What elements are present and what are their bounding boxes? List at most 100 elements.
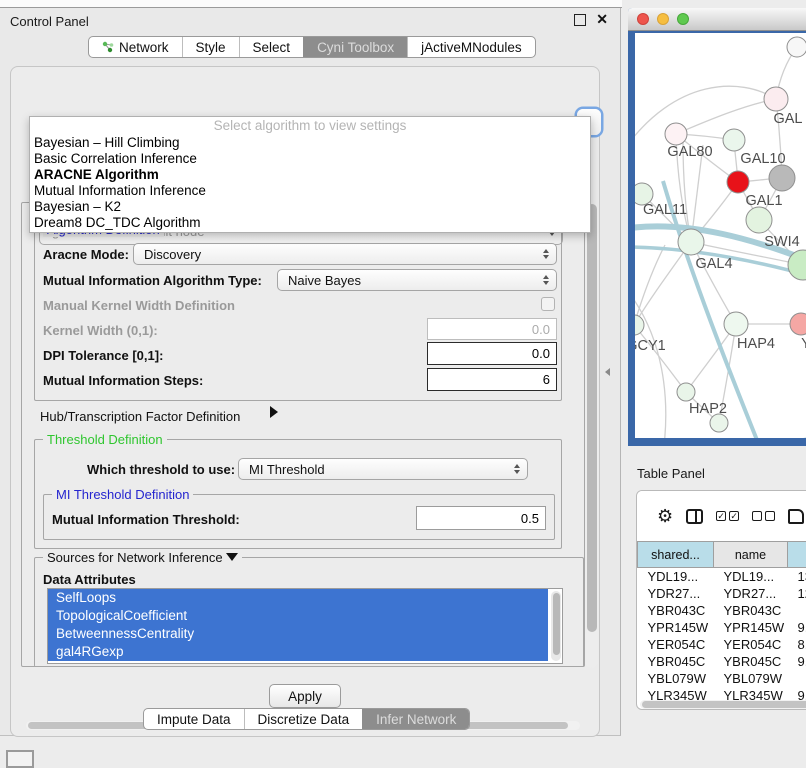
table-panel-card: ⚙ ✓✓ shared... name A YDL19...YDL19...13…: [636, 490, 806, 710]
top-strip: [0, 0, 622, 8]
node-table: shared... name A YDL19...YDL19...13YDR27…: [637, 541, 806, 710]
table-cell: 9.: [788, 653, 806, 670]
network-node[interactable]: [787, 37, 806, 57]
network-node[interactable]: [724, 312, 748, 336]
list-item[interactable]: BetweennessCentrality: [48, 625, 548, 643]
settings-vscrollbar[interactable]: [585, 202, 598, 668]
network-node[interactable]: [727, 171, 749, 193]
mi-algorithm-type-combo[interactable]: Naive Bayes: [277, 269, 557, 291]
table-cell: YBR043C: [714, 602, 788, 619]
sources-group: Sources for Network Inference Data Attri…: [34, 557, 584, 667]
tab-discretize-data[interactable]: Discretize Data: [244, 709, 363, 729]
network-node[interactable]: [723, 129, 745, 151]
aracne-mode-combo[interactable]: Discovery: [133, 243, 557, 265]
sources-title: Sources for Network Inference: [43, 550, 242, 565]
network-node[interactable]: [678, 229, 704, 255]
which-threshold-label: Which threshold to use:: [87, 462, 235, 477]
table-cell: YBL079W: [638, 670, 714, 687]
tab-cyni-toolbox[interactable]: Cyni Toolbox: [303, 37, 407, 57]
list-item[interactable]: SelfLoops: [48, 589, 548, 607]
panel-splitter-arrow[interactable]: [605, 368, 610, 376]
dropdown-option[interactable]: Bayesian – K2: [30, 199, 590, 215]
network-window-titlebar[interactable]: [628, 8, 806, 31]
network-node[interactable]: [635, 315, 644, 335]
manual-kernel-width-checkbox[interactable]: [541, 297, 555, 311]
network-node[interactable]: [677, 383, 695, 401]
list-scrollbar[interactable]: [551, 591, 561, 661]
minimize-traffic-light[interactable]: [657, 13, 669, 25]
table-row[interactable]: YDR27...YDR27...12: [638, 585, 806, 602]
table-row[interactable]: YBL079WYBL079W: [638, 670, 806, 687]
cyni-algorithm-settings-group: Cyni Algorithm Settings Algorithm Defini…: [21, 202, 585, 667]
tab-style[interactable]: Style: [182, 37, 239, 57]
network-node[interactable]: [746, 207, 772, 233]
table-hscrollbar[interactable]: [640, 700, 806, 709]
table-row[interactable]: YER054CYER054C8.: [638, 636, 806, 653]
control-panel-window: Control Panel ✕ Network Style Select Cyn…: [0, 8, 621, 736]
close-traffic-light[interactable]: [637, 13, 649, 25]
unchecked-columns-icon[interactable]: [752, 511, 775, 521]
page-icon[interactable]: [788, 509, 804, 524]
dropdown-option-selected[interactable]: ARACNE Algorithm: [30, 167, 590, 183]
table-row[interactable]: YBR043CYBR043C: [638, 602, 806, 619]
tab-select[interactable]: Select: [239, 37, 304, 57]
network-node[interactable]: [769, 165, 795, 191]
tab-jactivemnodules[interactable]: jActiveMNodules: [407, 37, 535, 57]
network-icon: [102, 41, 114, 53]
tab-network[interactable]: Network: [89, 37, 182, 57]
tab-impute-data[interactable]: Impute Data: [144, 709, 244, 729]
tab-network-label: Network: [119, 40, 169, 55]
network-node[interactable]: [665, 123, 687, 145]
tab-infer-network[interactable]: Infer Network: [362, 709, 469, 729]
network-node-label: HAP2: [689, 401, 727, 417]
control-panel-tabbar: Network Style Select Cyni Toolbox jActiv…: [88, 36, 536, 58]
manual-kernel-width-label: Manual Kernel Width Definition: [43, 298, 235, 313]
table-cell: YDR27...: [714, 585, 788, 602]
dropdown-placeholder: Select algorithm to view settings: [30, 117, 590, 135]
dropdown-option[interactable]: Basic Correlation Inference: [30, 151, 590, 167]
table-cell: YDR27...: [638, 585, 714, 602]
table-cell: 8.: [788, 636, 806, 653]
expanded-arrow-icon[interactable]: [226, 553, 238, 561]
data-attributes-list[interactable]: SelfLoops TopologicalCoefficient Between…: [47, 588, 563, 664]
dpi-tolerance-input[interactable]: [427, 342, 557, 365]
kernel-width-input[interactable]: [427, 318, 557, 340]
list-item[interactable]: gal4RGexp: [48, 643, 548, 661]
table-row[interactable]: YBR045CYBR045C9.: [638, 653, 806, 670]
control-panel-title: Control Panel: [10, 14, 89, 29]
close-icon[interactable]: ✕: [596, 11, 608, 28]
table-row[interactable]: YPR145WYPR145W9.: [638, 619, 806, 636]
zoom-traffic-light[interactable]: [677, 13, 689, 25]
network-node-label: GAL: [773, 111, 802, 127]
mi-steps-input[interactable]: [427, 368, 557, 391]
table-cell: YER054C: [638, 636, 714, 653]
float-icon[interactable]: [574, 14, 586, 26]
dropdown-option[interactable]: Bayesian – Hill Climbing: [30, 135, 590, 151]
network-canvas[interactable]: GALGAL80GAL10GAL1GAL11SWI4GAL4GCY1HAP4YH…: [635, 33, 806, 438]
table-cell: YBR045C: [638, 653, 714, 670]
network-node-label: Y: [801, 336, 806, 352]
checked-columns-icon[interactable]: ✓✓: [716, 511, 739, 521]
which-threshold-combo[interactable]: MI Threshold: [238, 458, 528, 480]
mi-steps-label: Mutual Information Steps:: [43, 373, 203, 388]
network-edge: [635, 325, 686, 392]
dropdown-option[interactable]: Mutual Information Inference: [30, 183, 590, 199]
dropdown-option[interactable]: Dream8 DC_TDC Algorithm: [30, 215, 590, 231]
hub-definition-label: Hub/Transcription Factor Definition: [40, 409, 240, 424]
network-node[interactable]: [790, 313, 806, 335]
split-columns-icon[interactable]: [686, 509, 703, 524]
column-header[interactable]: A: [788, 542, 806, 568]
mi-threshold-input[interactable]: [416, 506, 546, 530]
algorithm-dropdown-list: Select algorithm to view settings Bayesi…: [29, 116, 591, 233]
gear-icon[interactable]: ⚙: [657, 507, 673, 525]
apply-button[interactable]: Apply: [269, 684, 341, 708]
column-header-name[interactable]: name: [714, 542, 788, 568]
network-node[interactable]: [764, 87, 788, 111]
table-cell: [788, 602, 806, 619]
column-header-shared-name[interactable]: shared...: [638, 542, 714, 568]
list-item[interactable]: TopologicalCoefficient: [48, 607, 548, 625]
combo-arrows-icon: [514, 464, 520, 475]
collapsed-arrow-icon[interactable]: [270, 406, 278, 418]
network-node-label: GAL11: [643, 202, 687, 218]
table-row[interactable]: YDL19...YDL19...13: [638, 568, 806, 586]
